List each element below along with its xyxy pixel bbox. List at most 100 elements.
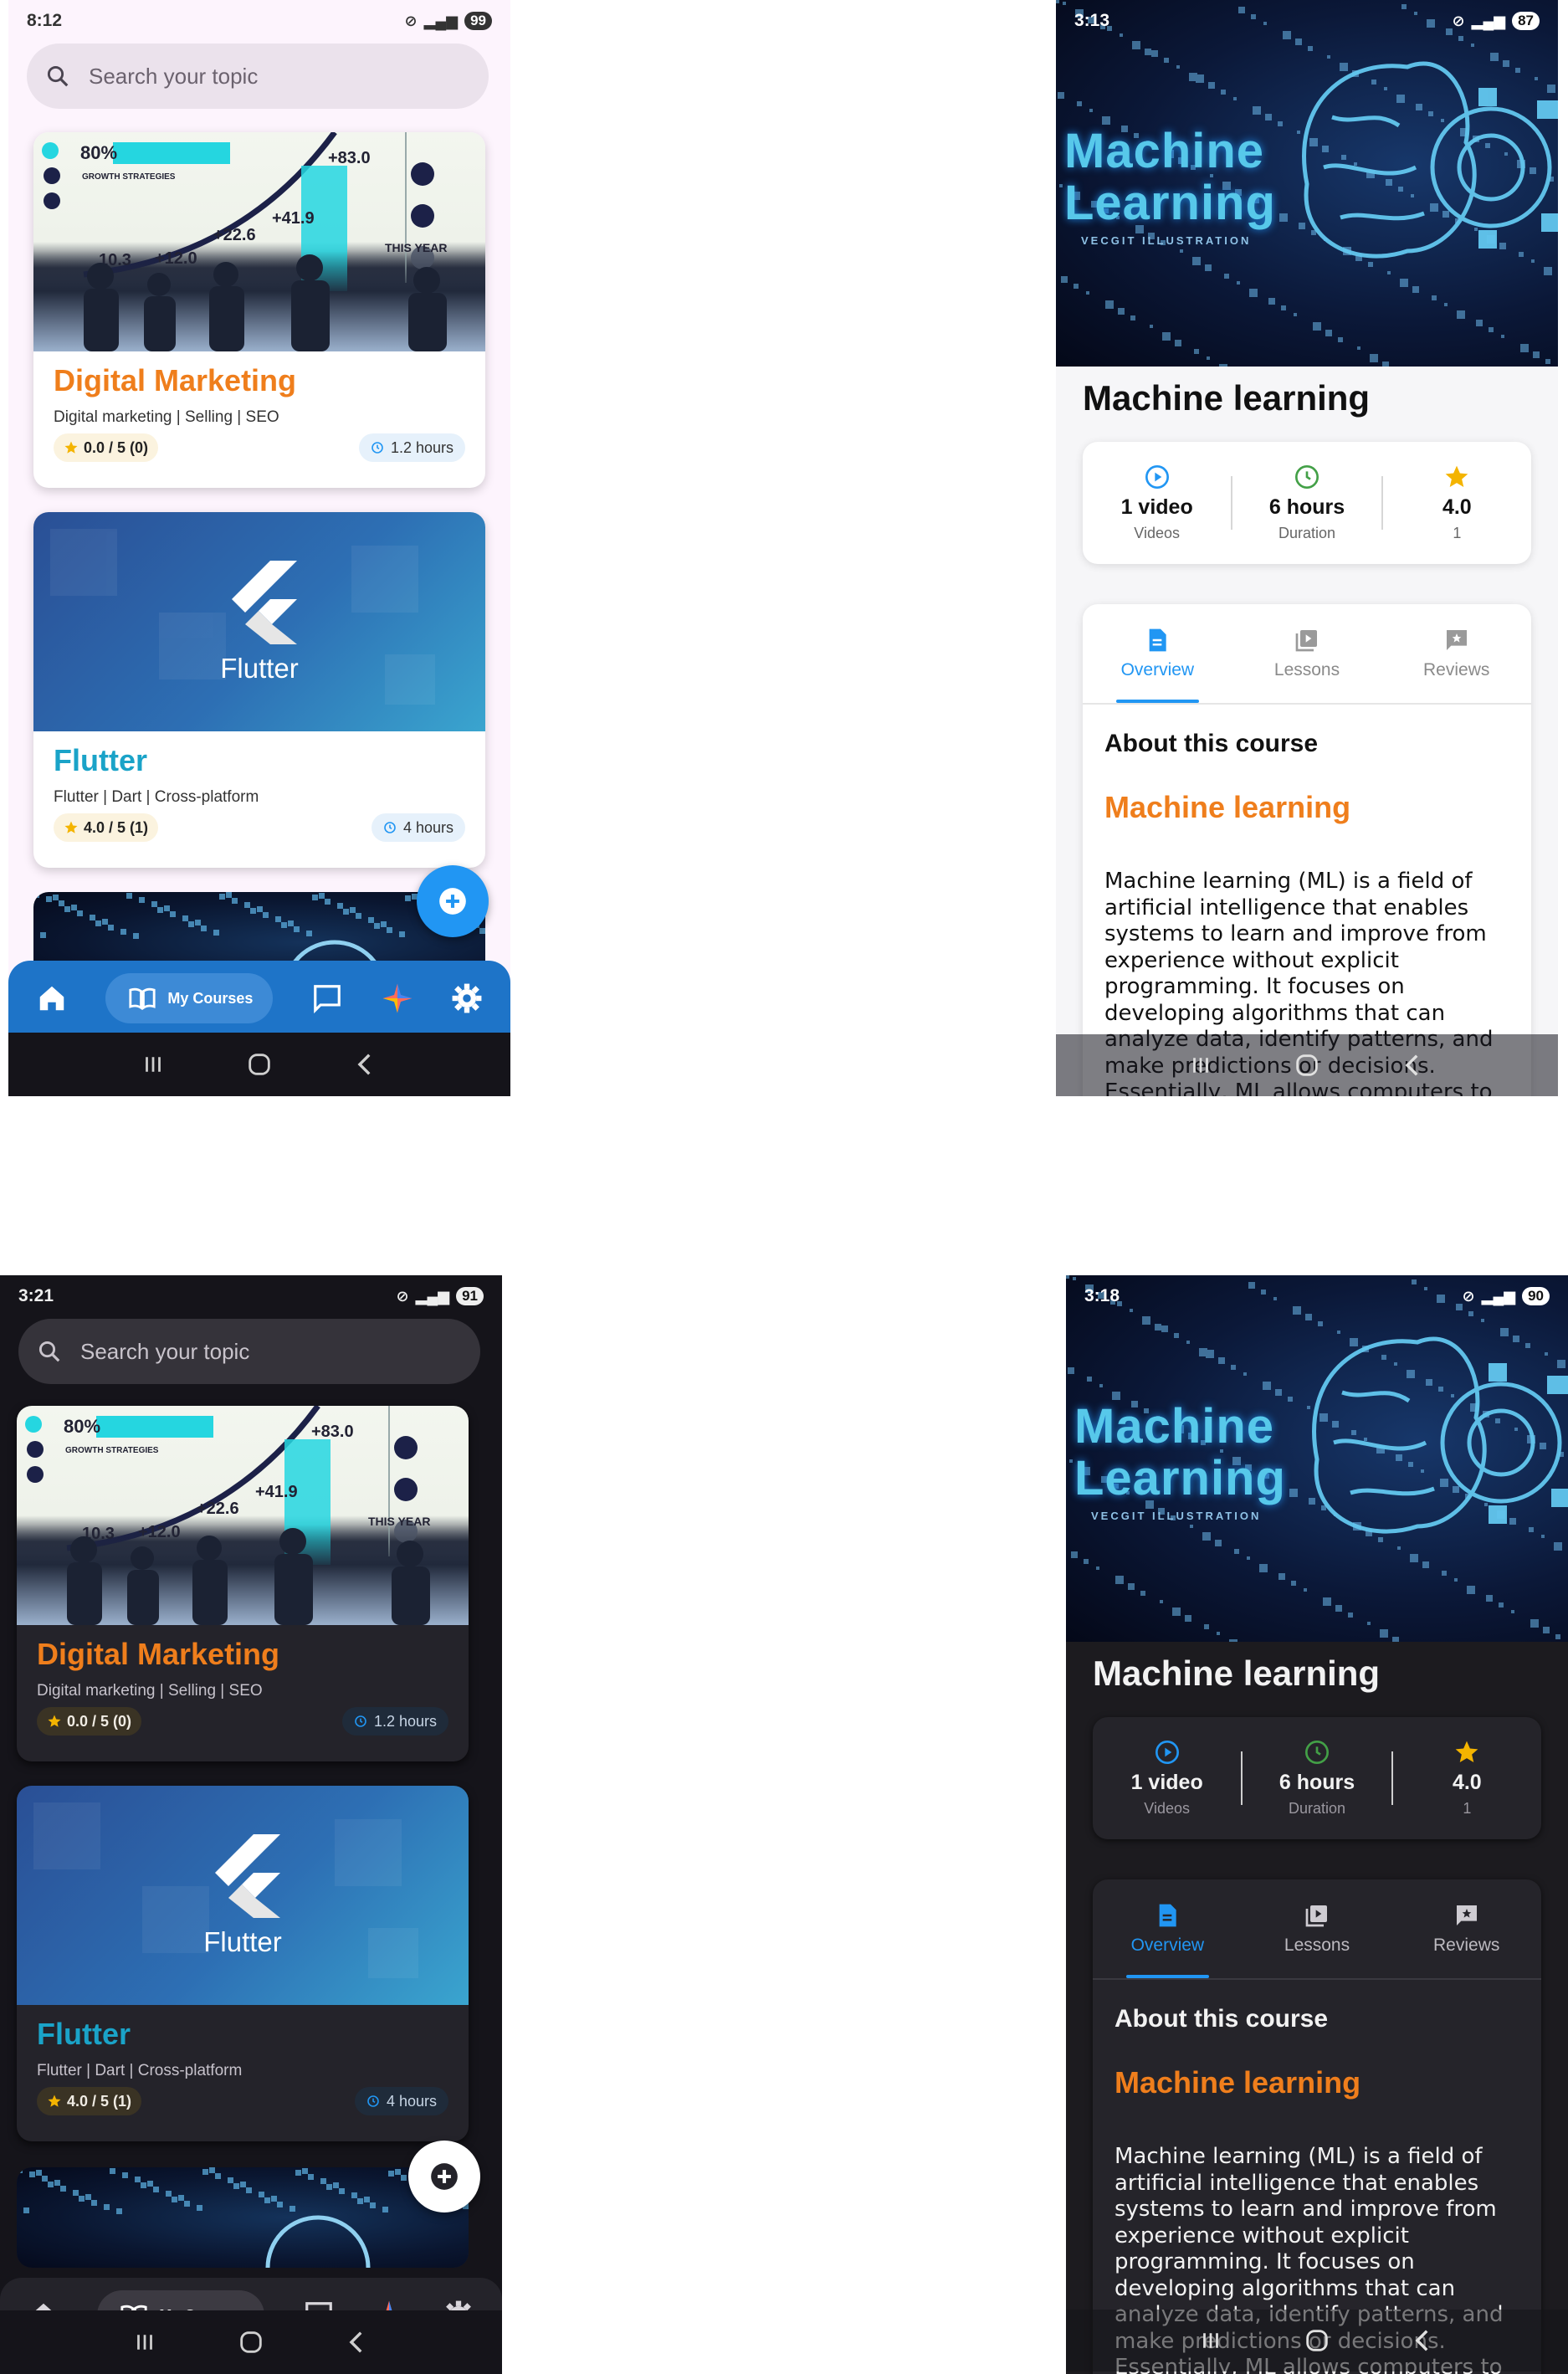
stat-label: Duration [1278, 525, 1336, 541]
course-tags: Digital marketing | Selling | SEO [54, 408, 279, 426]
add-course-fab[interactable] [417, 865, 489, 937]
course-card[interactable]: Flutter Flutter Flutter | Dart | Cross-p… [17, 1786, 469, 2141]
document-icon [1159, 1904, 1176, 1927]
back-icon[interactable] [343, 2328, 372, 2356]
home-button-icon[interactable] [237, 2328, 265, 2356]
home-icon[interactable] [36, 982, 68, 1014]
course-tags: Flutter | Dart | Cross-platform [54, 788, 259, 806]
system-navigation-bar [8, 1033, 510, 1096]
course-tags: Digital marketing | Selling | SEO [37, 1682, 263, 1700]
stat-label: Duration [1288, 1800, 1346, 1817]
tab-overview[interactable]: Overview [1083, 604, 1232, 703]
stat-item: 1 video Videos [1083, 464, 1231, 542]
battery-badge: 87 [1512, 12, 1540, 30]
tab-reviews[interactable]: Reviews [1381, 604, 1531, 703]
machine-learning-thumbnail [17, 2167, 469, 2268]
nav-my-courses[interactable]: My Courses [105, 973, 274, 1023]
status-icons: ⊘ ▂▄▆ 99 [405, 12, 492, 30]
duration-text: 4 hours [402, 818, 453, 836]
course-card[interactable]: 80% GROWTH STRATEGIES +83.0 +41.9 +22.6 … [33, 132, 485, 488]
hero-subtext: VECGIT ILLUSTRATION [1091, 1510, 1262, 1522]
play-circle-icon [1155, 1741, 1179, 1764]
about-heading: About this course [1115, 2005, 1329, 2033]
hero-line-1: Machine [1064, 124, 1265, 178]
book-icon [129, 987, 156, 1010]
play-circle-icon [1145, 465, 1169, 489]
status-bar: 3:13 ⊘ ▂▄▆ 87 [1056, 0, 1558, 42]
chat-icon[interactable] [311, 982, 343, 1014]
rating-text: 0.0 / 5 (0) [67, 1712, 132, 1730]
back-icon[interactable] [1399, 1051, 1427, 1079]
recent-apps-icon[interactable] [139, 1052, 167, 1077]
mute-icon: ⊘ [404, 12, 418, 29]
search-bar[interactable]: Search your topic [18, 1319, 480, 1384]
course-title: Flutter [37, 2017, 131, 2051]
mute-icon: ⊘ [1452, 12, 1465, 29]
tab-label: Overview [1130, 1936, 1205, 1955]
course-card[interactable] [17, 2167, 469, 2268]
stat-label: Videos [1144, 1800, 1191, 1817]
settings-icon[interactable] [451, 982, 483, 1014]
recent-apps-icon[interactable] [1186, 1053, 1215, 1078]
course-hero-image: Machine Learning VECGIT ILLUSTRATION [1056, 0, 1558, 367]
tab-label: Lessons [1273, 660, 1340, 679]
back-icon[interactable] [351, 1050, 380, 1079]
digital-marketing-thumbnail: 80% GROWTH STRATEGIES +83.0 +41.9 +22.6 … [33, 132, 485, 351]
recent-apps-icon[interactable] [131, 2330, 159, 2355]
tab-lessons[interactable]: Lessons [1243, 1879, 1392, 1978]
rate-review-icon [1446, 630, 1467, 650]
ai-sparkle-icon[interactable] [382, 982, 413, 1014]
home-button-icon[interactable] [1303, 2326, 1331, 2355]
tab-lessons[interactable]: Lessons [1232, 604, 1382, 703]
star-icon [1445, 465, 1468, 487]
add-course-fab[interactable] [408, 2141, 480, 2212]
tab-overview[interactable]: Overview [1093, 1879, 1243, 1978]
stat-value: 4.0 [1452, 1771, 1482, 1794]
clock-icon [1304, 1741, 1329, 1764]
signal-icon: ▂▄▆ [1471, 12, 1506, 29]
tab-label: Overview [1120, 660, 1195, 679]
thumb-text: +41.9 [272, 209, 315, 228]
status-time: 3:18 [1084, 1286, 1120, 1305]
star-icon [64, 821, 78, 833]
stat-value: 1 video [1130, 1771, 1203, 1794]
duration-chip: 1.2 hours [358, 433, 465, 462]
tab-label: Lessons [1284, 1936, 1350, 1955]
status-icons: ⊘ ▂▄▆ 90 [1463, 1287, 1550, 1305]
course-stats-card: 1 video Videos 6 hours Duration 4.0 1 [1093, 1717, 1541, 1839]
signal-icon: ▂▄▆ [1481, 1287, 1516, 1305]
rate-review-icon [1456, 1905, 1477, 1925]
stat-item: 6 hours Duration [1232, 464, 1381, 542]
search-bar[interactable]: Search your topic [27, 44, 489, 109]
home-button-icon[interactable] [1293, 1051, 1321, 1079]
search-icon [38, 1341, 60, 1362]
status-time: 3:13 [1074, 11, 1110, 30]
light-course-detail-screen: Machine Learning VECGIT ILLUSTRATION Mac… [1056, 0, 1558, 1096]
rating-chip: 0.0 / 5 (0) [54, 433, 159, 462]
back-icon[interactable] [1409, 2326, 1437, 2355]
system-navigation-bar [1066, 2310, 1568, 2371]
course-card[interactable]: 80% GROWTH STRATEGIES +83.0 +41.9 +22.6 … [17, 1406, 469, 1761]
course-title: Digital Marketing [37, 1637, 280, 1671]
course-title: Digital Marketing [54, 363, 297, 397]
clock-icon [372, 442, 383, 454]
recent-apps-icon[interactable] [1196, 2328, 1225, 2353]
stat-item: 4.0 1 [1393, 1739, 1541, 1818]
status-bar: 3:18 ⊘ ▂▄▆ 90 [1066, 1275, 1568, 1317]
home-button-icon[interactable] [245, 1050, 274, 1079]
tab-bar: Overview Lessons Reviews [1093, 1879, 1541, 1980]
clock-icon [355, 1715, 366, 1727]
system-navigation-bar [0, 2310, 502, 2374]
course-card[interactable]: Flutter Flutter Flutter | Dart | Cross-p… [33, 512, 485, 868]
people-silhouettes [67, 1528, 430, 1625]
rating-chip: 4.0 / 5 (1) [54, 813, 159, 842]
rating-text: 4.0 / 5 (1) [84, 818, 149, 836]
tab-reviews[interactable]: Reviews [1391, 1879, 1541, 1978]
system-navigation-bar [1056, 1034, 1558, 1096]
status-icons: ⊘ ▂▄▆ 87 [1453, 12, 1540, 30]
stat-label: Videos [1134, 525, 1181, 541]
mute-icon: ⊘ [1462, 1287, 1475, 1305]
course-stats-card: 1 video Videos 6 hours Duration 4.0 1 [1083, 442, 1531, 564]
course-hero-image: Machine Learning VECGIT ILLUSTRATION [1066, 1275, 1568, 1642]
hero-line-2: Learning [1074, 1451, 1286, 1505]
